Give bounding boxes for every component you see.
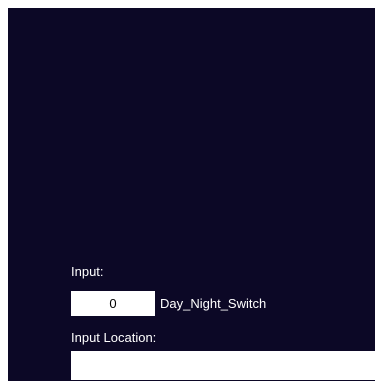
display-canvas <box>8 8 375 381</box>
input-location-label: Input Location: <box>71 330 157 345</box>
input-value-field[interactable] <box>71 291 155 316</box>
switch-name-label: Day_Night_Switch <box>160 296 267 311</box>
input-location-field[interactable] <box>71 351 375 380</box>
input-label: Input: <box>71 264 104 279</box>
